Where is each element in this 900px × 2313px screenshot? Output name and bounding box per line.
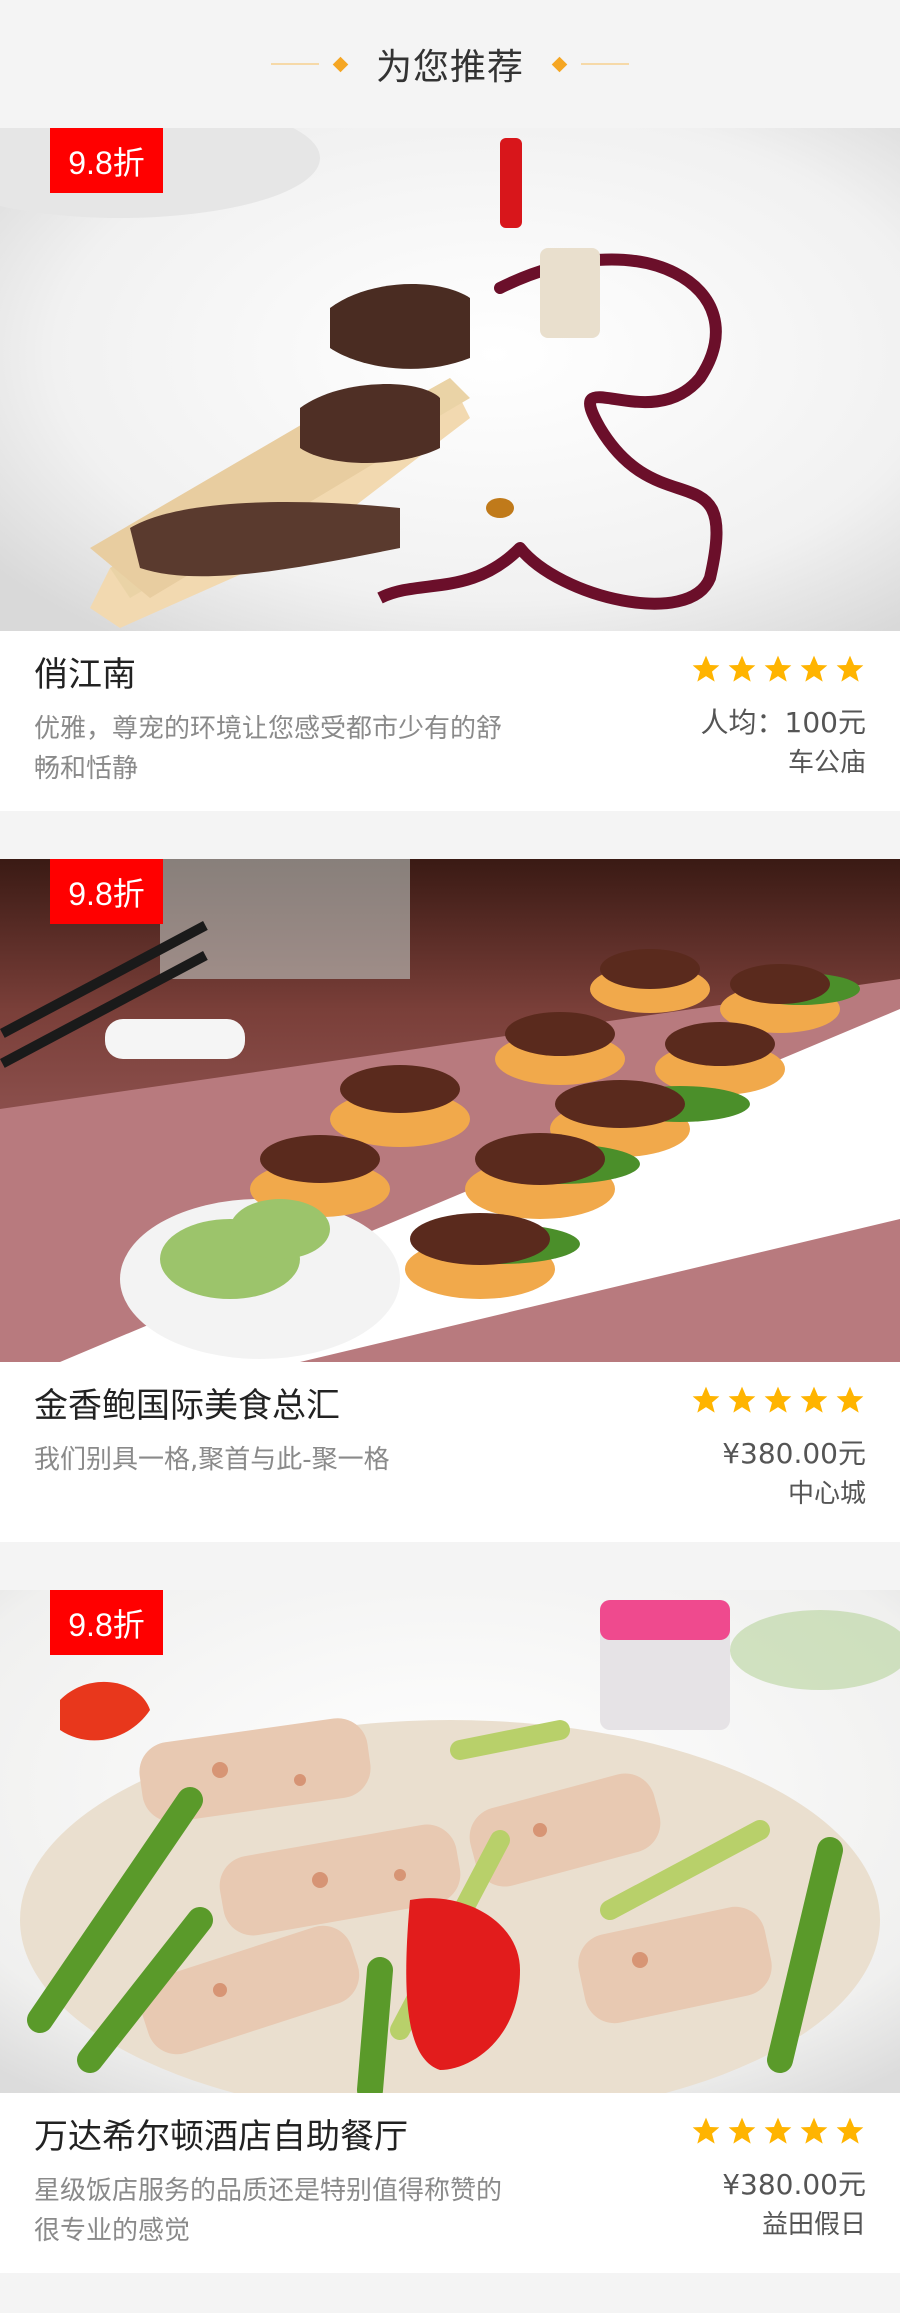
star-icon: [728, 2117, 756, 2144]
restaurant-card[interactable]: 9.8折 万达希尔顿酒店自助餐厅 星级饭店服务的品质还是特别值得称赞的很专业的感…: [0, 1590, 900, 2273]
restaurant-name[interactable]: 万达希尔顿酒店自助餐厅: [34, 2109, 504, 2165]
restaurant-description: 优雅，尊宠的环境让您感受都市少有的舒畅和恬静: [34, 714, 503, 784]
discount-badge: 9.8折: [50, 128, 163, 193]
section-title: 为您推荐: [375, 47, 524, 88]
card-info: 万达希尔顿酒店自助餐厅 星级饭店服务的品质还是特别值得称赞的很专业的感觉 ¥38…: [0, 2093, 900, 2273]
rating-stars: [690, 2115, 866, 2147]
restaurant-name[interactable]: 金香鲍国际美食总汇: [34, 1378, 504, 1434]
restaurant-card[interactable]: 9.8折 俏江南 优雅，尊宠的环境让您感受都市少有的舒畅和恬静 人均：100元 …: [0, 128, 900, 811]
star-icon: [800, 655, 828, 682]
star-icon: [692, 1386, 720, 1413]
restaurant-photo[interactable]: 9.8折: [0, 1590, 900, 2093]
star-icon: [836, 1386, 864, 1413]
diamond-icon: [332, 56, 349, 72]
star-icon: [836, 655, 864, 682]
star-icon: [692, 2117, 720, 2144]
rating-stars: [690, 1384, 866, 1416]
star-icon: [728, 655, 756, 682]
discount-badge: 9.8折: [50, 859, 163, 924]
diamond-icon: [551, 56, 568, 72]
star-icon: [728, 1386, 756, 1413]
restaurant-description: 星级饭店服务的品质还是特别值得称赞的很专业的感觉: [34, 2176, 503, 2246]
rating-stars: [690, 653, 866, 685]
price: ¥380.00元: [722, 1437, 866, 1470]
restaurant-photo[interactable]: 9.8折: [0, 128, 900, 631]
restaurant-photo[interactable]: 9.8折: [0, 859, 900, 1362]
discount-badge: 9.8折: [50, 1590, 163, 1655]
header-divider-right: [581, 63, 629, 65]
card-info: 俏江南 优雅，尊宠的环境让您感受都市少有的舒畅和恬静 人均：100元 车公庙: [0, 631, 900, 811]
star-icon: [800, 2117, 828, 2144]
star-icon: [800, 1386, 828, 1413]
star-icon: [764, 2117, 792, 2144]
restaurant-name[interactable]: 俏江南: [34, 647, 504, 703]
card-info: 金香鲍国际美食总汇 我们别具一格,聚首与此-聚一格 ¥380.00元 中心城: [0, 1362, 900, 1542]
location: 车公庙: [787, 748, 866, 778]
price: ¥380.00元: [722, 2168, 866, 2201]
star-icon: [764, 655, 792, 682]
location: 中心城: [787, 1479, 866, 1509]
price-per-person: 人均：100元: [700, 706, 866, 739]
header-divider-left: [270, 63, 319, 65]
restaurant-description: 我们别具一格,聚首与此-聚一格: [34, 1445, 390, 1475]
section-header: 为您推荐: [0, 0, 900, 128]
star-icon: [764, 1386, 792, 1413]
star-icon: [692, 655, 720, 682]
location: 益田假日: [761, 2210, 866, 2240]
star-icon: [836, 2117, 864, 2144]
restaurant-card[interactable]: 9.8折 金香鲍国际美食总汇 我们别具一格,聚首与此-聚一格 ¥380.00元 …: [0, 859, 900, 1542]
